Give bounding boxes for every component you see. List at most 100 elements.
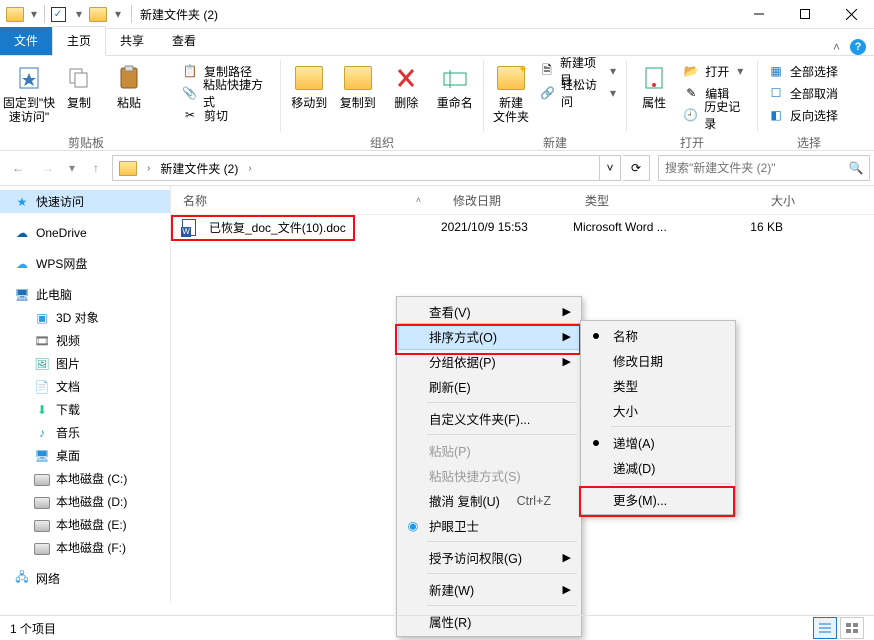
submenu-arrow-icon: ▶ (563, 551, 571, 564)
navigation-pane[interactable]: ★快速访问 ☁OneDrive ☁WPS网盘 🖥此电脑 ▣3D 对象 🎞视频 🖼… (0, 186, 171, 602)
menu-separator (611, 426, 731, 427)
up-button[interactable]: ↑ (82, 155, 110, 181)
ribbon-tab-strip: 文件 主页 共享 查看 ˄ ? (0, 29, 874, 56)
sidebar-item-quick-access[interactable]: ★快速访问 (0, 190, 170, 213)
column-date[interactable]: 修改日期 (441, 192, 573, 209)
menu-item-eyecare[interactable]: ◉护眼卫士 (399, 513, 579, 538)
pin-to-quick-access-button[interactable]: 固定到"快 速访问" (6, 58, 52, 124)
tab-view[interactable]: 查看 (158, 27, 210, 55)
sort-by-type[interactable]: 类型 (583, 373, 733, 398)
sidebar-item-disk-f[interactable]: 本地磁盘 (F:) (0, 536, 170, 559)
column-size[interactable]: 大小 (713, 192, 813, 209)
navigation-bar: ← → ▾ ↑ › 新建文件夹 (2) › ˅ ⟳ 🔍 (0, 151, 874, 186)
sort-descending[interactable]: 递减(D) (583, 455, 733, 480)
select-none-button[interactable]: ☐全部取消 (764, 82, 842, 104)
chevron-right-icon[interactable]: › (244, 163, 255, 174)
refresh-button[interactable]: ⟳ (623, 155, 650, 181)
sidebar-item-documents[interactable]: 📄文档 (0, 375, 170, 398)
sidebar-item-onedrive[interactable]: ☁OneDrive (0, 221, 170, 244)
move-to-button[interactable]: 移动到 (287, 58, 332, 110)
search-input[interactable] (659, 161, 843, 175)
sidebar-item-videos[interactable]: 🎞视频 (0, 329, 170, 352)
sidebar-item-disk-d[interactable]: 本地磁盘 (D:) (0, 490, 170, 513)
column-name[interactable]: 名称˄ (171, 192, 441, 209)
chevron-right-icon[interactable]: › (143, 163, 154, 174)
properties-button[interactable]: 属性 (633, 58, 675, 110)
pc-icon: 🖥 (14, 287, 30, 303)
tab-share[interactable]: 共享 (106, 27, 158, 55)
separator (44, 5, 45, 23)
history-button[interactable]: 🕘历史记录 (679, 104, 751, 126)
sidebar-item-disk-c[interactable]: 本地磁盘 (C:) (0, 467, 170, 490)
help-icon[interactable]: ? (850, 39, 866, 55)
sidebar-item-desktop[interactable]: 🖥桌面 (0, 444, 170, 467)
menu-separator (427, 434, 577, 435)
sidebar-item-music[interactable]: ♪音乐 (0, 421, 170, 444)
maximize-button[interactable] (782, 0, 828, 28)
rename-button[interactable]: 重命名 (433, 58, 478, 110)
quick-access-toolbar: ▾ ▾ ▾ (0, 3, 129, 25)
star-icon: ★ (14, 194, 30, 210)
column-type[interactable]: 类型 (573, 192, 713, 209)
disk-icon (34, 540, 50, 556)
disk-icon (34, 517, 50, 533)
search-box[interactable]: 🔍 (658, 155, 870, 181)
properties-icon[interactable] (49, 3, 71, 25)
sidebar-item-pictures[interactable]: 🖼图片 (0, 352, 170, 375)
file-date: 2021/10/9 15:53 (429, 220, 561, 234)
large-icons-view-button[interactable] (840, 617, 864, 639)
invert-selection-button[interactable]: ◧反向选择 (764, 104, 842, 126)
sidebar-item-wps[interactable]: ☁WPS网盘 (0, 252, 170, 275)
sidebar-item-disk-e[interactable]: 本地磁盘 (E:) (0, 513, 170, 536)
minimize-button[interactable] (736, 0, 782, 28)
network-icon: 🖧 (14, 571, 30, 587)
sort-ascending[interactable]: 递增(A) (583, 430, 733, 455)
forward-button[interactable]: → (34, 155, 62, 181)
menu-item-grant-access[interactable]: 授予访问权限(G)▶ (399, 545, 579, 570)
paste-shortcut-button[interactable]: 📎粘贴快捷方式 (178, 82, 274, 104)
sidebar-item-network[interactable]: 🖧网络 (0, 567, 170, 590)
file-type: Microsoft Word ... (561, 220, 701, 234)
window-title: 新建文件夹 (2) (134, 6, 224, 23)
menu-item-refresh[interactable]: 刷新(E) (399, 374, 579, 399)
copy-button[interactable]: 复制 (56, 58, 102, 110)
group-caption: 新建 (490, 134, 620, 150)
breadcrumb-segment[interactable]: 新建文件夹 (2) (160, 160, 238, 177)
address-dropdown-icon[interactable]: ˅ (599, 156, 620, 180)
menu-item-customize-folder[interactable]: 自定义文件夹(F)... (399, 406, 579, 431)
breadcrumb[interactable]: › 新建文件夹 (2) › ˅ (112, 155, 621, 181)
cut-button[interactable]: ✂剪切 (178, 104, 274, 126)
sidebar-item-this-pc[interactable]: 🖥此电脑 (0, 283, 170, 306)
recent-locations-button[interactable]: ▾ (64, 155, 80, 181)
copy-to-button[interactable]: 复制到 (336, 58, 381, 110)
paste-button[interactable]: 粘贴 (106, 58, 152, 110)
radio-dot-icon (593, 333, 599, 339)
sidebar-item-3d-objects[interactable]: ▣3D 对象 (0, 306, 170, 329)
sort-by-size[interactable]: 大小 (583, 398, 733, 423)
delete-button[interactable]: 删除 (384, 58, 429, 110)
close-button[interactable] (828, 0, 874, 28)
back-button[interactable]: ← (4, 155, 32, 181)
select-all-button[interactable]: ▦全部选择 (764, 60, 842, 82)
menu-item-new[interactable]: 新建(W)▶ (399, 577, 579, 602)
menu-separator (427, 573, 577, 574)
easy-access-button[interactable]: 🔗轻松访问▾ (536, 82, 620, 104)
cloud-icon: ☁ (14, 225, 30, 241)
qat-overflow-icon[interactable]: ▾ (111, 3, 125, 25)
new-folder-button[interactable]: ✦新建 文件夹 (490, 58, 532, 124)
open-button[interactable]: 📂打开▾ (679, 60, 751, 82)
tab-home[interactable]: 主页 (52, 26, 106, 56)
sort-by-date[interactable]: 修改日期 (583, 348, 733, 373)
context-menu: 查看(V)▶ 排序方式(O)▶ 分组依据(P)▶ 刷新(E) 自定义文件夹(F)… (396, 296, 582, 637)
qat-dropdown-icon[interactable]: ▾ (73, 3, 85, 25)
menu-item-undo-copy[interactable]: 撤消 复制(U)Ctrl+Z (399, 488, 579, 513)
sort-by-name[interactable]: 名称 (583, 323, 733, 348)
menu-separator (427, 541, 577, 542)
sidebar-item-downloads[interactable]: ⬇下载 (0, 398, 170, 421)
search-icon[interactable]: 🔍 (843, 156, 869, 180)
chevron-up-icon[interactable]: ˄ (833, 40, 840, 54)
tab-file[interactable]: 文件 (0, 27, 52, 55)
menu-item-view[interactable]: 查看(V)▶ (399, 299, 579, 324)
details-view-button[interactable] (813, 617, 837, 639)
qat-dropdown-icon[interactable]: ▾ (28, 3, 40, 25)
